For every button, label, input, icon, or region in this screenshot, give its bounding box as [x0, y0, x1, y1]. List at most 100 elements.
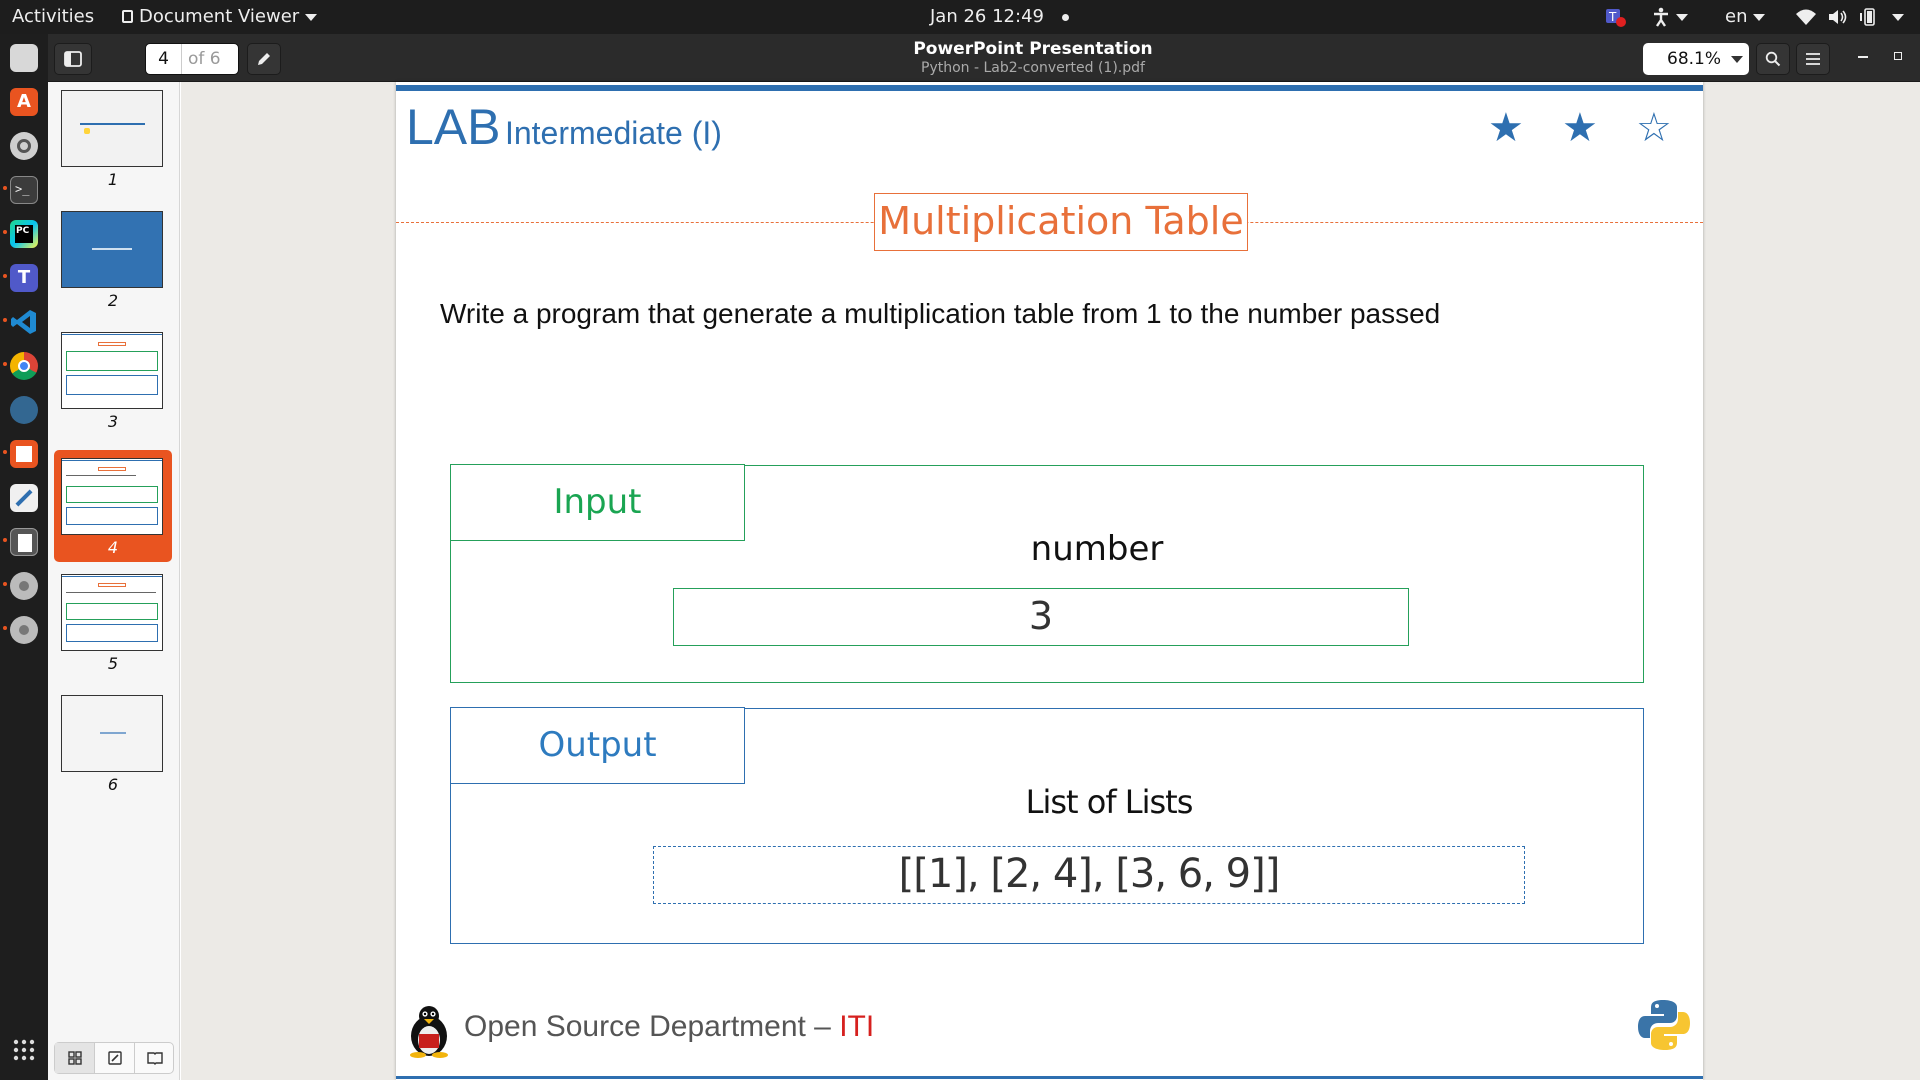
- input-section-label: Input: [450, 464, 745, 541]
- running-indicator: [3, 626, 7, 630]
- battery-icon: [1860, 8, 1876, 26]
- wifi-icon: [1796, 9, 1816, 25]
- output-value-box: [[1], [2, 4], [3, 6, 9]]: [653, 846, 1525, 904]
- thumbnail-page-1[interactable]: 1: [54, 82, 172, 194]
- thumbnail-page-6[interactable]: 6: [54, 687, 172, 799]
- thumbnail-number: 3: [107, 412, 119, 431]
- annotate-button[interactable]: [247, 43, 281, 75]
- pycharm-icon[interactable]: PC: [10, 220, 38, 248]
- clock[interactable]: Jan 26 12:49: [930, 0, 1069, 34]
- page-total-label: of 6: [188, 49, 221, 69]
- activities-button[interactable]: Activities: [12, 0, 94, 34]
- input-value-box: 3: [673, 588, 1409, 646]
- app-menu[interactable]: Document Viewer: [122, 0, 318, 34]
- tux-logo-icon: [410, 1006, 448, 1058]
- slide-footer: Open Source Department – ITI: [464, 1010, 874, 1044]
- chevron-down-icon: [1731, 55, 1744, 63]
- disk-icon[interactable]: [10, 572, 38, 600]
- slide-heading: Multiplication Table: [874, 193, 1248, 251]
- teams-icon[interactable]: T: [10, 264, 38, 292]
- chrome-icon[interactable]: [10, 352, 38, 380]
- slide-bottom-rule: [396, 1076, 1703, 1079]
- text-editor-icon[interactable]: [10, 484, 38, 512]
- system-menu[interactable]: [1795, 0, 1905, 34]
- settings-icon[interactable]: [10, 132, 38, 160]
- page-number-entry[interactable]: 4 of 6: [145, 43, 239, 75]
- language-label: en: [1725, 6, 1748, 27]
- postgresql-icon[interactable]: [10, 396, 38, 424]
- running-indicator: [3, 274, 7, 278]
- thumbnail-page-5[interactable]: 5: [54, 566, 172, 678]
- star-filled-icon: ★: [1562, 105, 1598, 151]
- running-indicator: [3, 362, 7, 366]
- search-icon: [1765, 51, 1781, 67]
- chevron-down-icon: [1892, 13, 1905, 21]
- files-icon[interactable]: [10, 44, 38, 72]
- running-indicator: [3, 582, 7, 586]
- output-section-label: Output: [450, 707, 745, 784]
- thumbnails-view-button[interactable]: [55, 1043, 95, 1073]
- show-apps-icon[interactable]: [10, 1036, 38, 1064]
- accessibility-icon: [1654, 7, 1668, 27]
- document-viewer-icon[interactable]: [10, 528, 38, 556]
- output-section: Output List of Lists [[1], [2, 4], [3, 6…: [450, 707, 1644, 944]
- running-indicator: [3, 450, 7, 454]
- restore-icon[interactable]: [1894, 52, 1902, 60]
- app-menu-label: Document Viewer: [139, 6, 300, 27]
- thumbnail-page-2[interactable]: 2: [54, 203, 172, 315]
- lab-word: LAB: [406, 99, 501, 155]
- thumbnail-number: 1: [107, 170, 119, 189]
- thumbnail-number: 6: [107, 775, 119, 794]
- thumbnail-image: [61, 574, 163, 651]
- footer-department: Open Source Department –: [464, 1010, 840, 1043]
- thumbnail-image: [61, 458, 163, 535]
- star-outline-icon: ☆: [1636, 105, 1672, 151]
- minimize-icon[interactable]: [1858, 56, 1868, 58]
- svg-text:T: T: [1608, 10, 1617, 24]
- search-button[interactable]: [1756, 43, 1790, 75]
- impress-icon[interactable]: [10, 440, 38, 468]
- hamburger-icon: [1806, 53, 1820, 65]
- output-field-label: List of Lists: [1025, 783, 1194, 821]
- slide-top-rule: [396, 85, 1703, 91]
- thumbnail-image: [61, 695, 163, 772]
- current-page-input[interactable]: 4: [146, 44, 182, 74]
- header-bar: 4 of 6 PowerPoint Presentation Python - …: [48, 34, 1920, 82]
- top-bar: Activities Document Viewer Jan 26 12:49 …: [0, 0, 1920, 34]
- thumbnail-page-3[interactable]: 3: [54, 324, 172, 436]
- disk-icon[interactable]: [10, 616, 38, 644]
- pdf-page: LAB Intermediate (I) ★ ★ ☆ Multiplicatio…: [396, 82, 1703, 1080]
- document-view[interactable]: LAB Intermediate (I) ★ ★ ☆ Multiplicatio…: [181, 82, 1920, 1080]
- document-filename: Python - Lab2-converted (1).pdf: [921, 60, 1145, 76]
- software-center-icon[interactable]: A: [10, 88, 38, 116]
- thumbnail-sidebar: 1 2 3 4 5 6: [48, 82, 180, 1080]
- document-icon: [122, 10, 133, 23]
- sidebar-toggle-button[interactable]: [54, 43, 92, 75]
- book-icon: [147, 1052, 163, 1065]
- running-indicator: [3, 318, 7, 322]
- vscode-icon[interactable]: [10, 308, 38, 336]
- language-menu[interactable]: en: [1725, 0, 1766, 34]
- running-indicator: [3, 230, 7, 234]
- document-title: PowerPoint Presentation: [913, 39, 1153, 59]
- zoom-select[interactable]: 68.1%: [1643, 43, 1749, 75]
- sidebar-view-switcher: [54, 1042, 174, 1074]
- grid-icon: [67, 1051, 82, 1065]
- main-menu-button[interactable]: [1796, 43, 1830, 75]
- thumbnail-page-4[interactable]: 4: [54, 450, 172, 562]
- annotations-view-button[interactable]: [95, 1043, 135, 1073]
- pencil-icon: [258, 53, 270, 65]
- annotations-icon: [107, 1051, 122, 1065]
- accessibility-menu[interactable]: [1652, 0, 1688, 34]
- notification-dot-icon: [1061, 13, 1069, 21]
- chevron-down-icon: [305, 13, 318, 21]
- terminal-icon[interactable]: >_: [10, 176, 38, 204]
- zoom-value: 68.1%: [1667, 49, 1722, 69]
- thumbnail-number: 4: [107, 538, 119, 557]
- teams-tray-icon[interactable]: T: [1605, 0, 1627, 34]
- outline-view-button[interactable]: [135, 1043, 175, 1073]
- thumbnail-image: [61, 90, 163, 167]
- running-indicator: [3, 538, 7, 542]
- sidebar-icon: [64, 51, 82, 67]
- thumbnail-image: [61, 211, 163, 288]
